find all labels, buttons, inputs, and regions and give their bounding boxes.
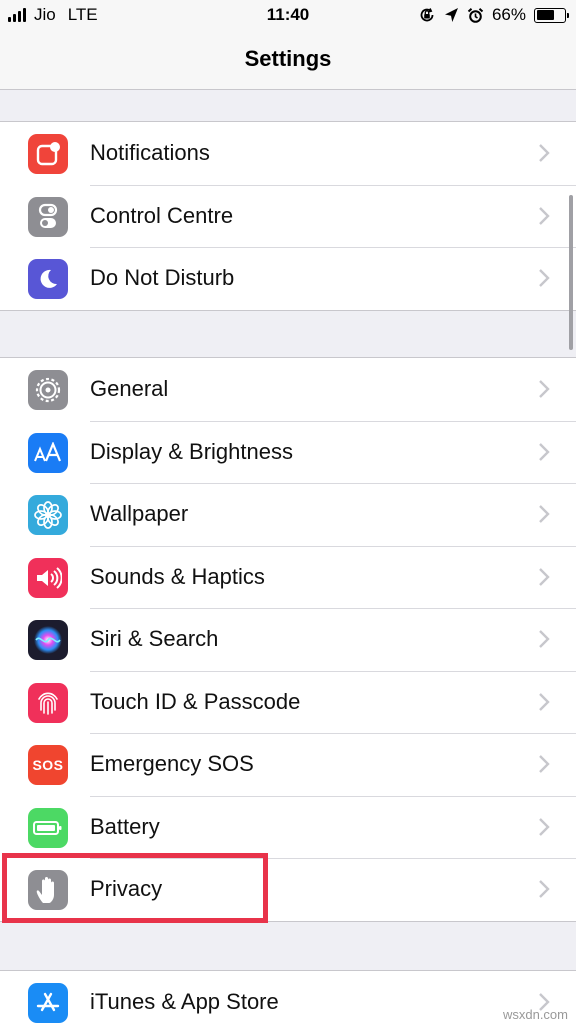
battery-status-icon: [534, 7, 569, 23]
scroll-indicator[interactable]: [569, 195, 573, 350]
battery-fill: [536, 10, 555, 20]
siri-icon: [28, 620, 68, 660]
settings-row-sounds-haptics[interactable]: Sounds & Haptics: [0, 545, 576, 609]
settings-row-emergency-sos[interactable]: SOS Emergency SOS: [0, 733, 576, 796]
alarm-icon: [467, 7, 484, 23]
settings-group-3: iTunes & App Store: [0, 970, 576, 1024]
moon-icon: [28, 259, 68, 299]
settings-row-label: Notifications: [90, 140, 210, 166]
gear-icon: [28, 370, 68, 410]
watermark: wsxdn.com: [502, 1007, 568, 1022]
settings-row-label: Sounds & Haptics: [90, 563, 265, 589]
battery-icon: [28, 807, 68, 848]
settings-row-display-brightness[interactable]: Display & Brightness: [0, 420, 576, 484]
orientation-lock-icon: [420, 8, 434, 22]
chevron-right-icon: [539, 755, 550, 773]
settings-group-2: General Display & Brightness Wallpaper S…: [0, 357, 576, 922]
settings-row-label: Battery: [90, 813, 160, 839]
location-arrow-icon: [444, 8, 458, 22]
chevron-right-icon: [539, 505, 550, 523]
chevron-right-icon: [539, 567, 550, 586]
settings-row-general[interactable]: General: [0, 358, 576, 421]
chevron-right-icon: [539, 442, 550, 461]
battery-percentage: 66%: [491, 5, 526, 24]
settings-row-label: Siri & Search: [90, 626, 219, 652]
settings-row-label: Emergency SOS: [90, 751, 254, 777]
chevron-right-icon: [539, 692, 550, 711]
settings-row-label: Display & Brightness: [90, 438, 293, 464]
display-aa-icon: [28, 432, 68, 473]
chevron-right-icon: [539, 144, 550, 162]
notifications-icon: [28, 134, 68, 174]
settings-row-label: Do Not Disturb: [90, 265, 235, 291]
control-centre-icon: [28, 196, 68, 237]
app-store-icon: [28, 983, 68, 1023]
settings-row-control-centre[interactable]: Control Centre: [0, 184, 576, 248]
wallpaper-flower-icon: [28, 495, 68, 535]
settings-row-battery[interactable]: Battery: [0, 795, 576, 859]
navigation-bar: Settings: [0, 32, 576, 90]
settings-row-label: iTunes & App Store: [90, 989, 279, 1015]
chevron-right-icon: [539, 269, 550, 287]
chevron-right-icon: [539, 630, 550, 648]
settings-group-1: Notifications Control Centre Do Not Dist…: [0, 121, 576, 311]
chevron-right-icon: [539, 380, 550, 398]
status-right: 66%: [418, 5, 569, 25]
chevron-right-icon: [539, 880, 550, 898]
settings-row-label: Touch ID & Passcode: [90, 688, 301, 714]
chevron-right-icon: [539, 817, 550, 836]
chevron-right-icon: [539, 206, 550, 225]
page-title: Settings: [244, 46, 332, 71]
settings-row-touch-id-passcode[interactable]: Touch ID & Passcode: [0, 670, 576, 734]
settings-row-itunes-app-store[interactable]: iTunes & App Store: [0, 971, 576, 1024]
sos-icon: SOS: [28, 745, 68, 785]
settings-row-siri-search[interactable]: Siri & Search: [0, 608, 576, 671]
settings-row-do-not-disturb[interactable]: Do Not Disturb: [0, 247, 576, 310]
fingerprint-icon: [28, 682, 68, 723]
speaker-icon: [28, 557, 68, 598]
settings-row-label: Wallpaper: [90, 501, 189, 527]
sos-icon-text: SOS: [32, 757, 64, 773]
status-bar: Jio LTE 11:40 66%: [0, 0, 576, 32]
settings-row-wallpaper[interactable]: Wallpaper: [0, 483, 576, 546]
settings-row-notifications[interactable]: Notifications: [0, 122, 576, 185]
privacy-highlight-box: [2, 853, 268, 923]
settings-row-label: Control Centre: [90, 202, 234, 228]
settings-row-label: General: [90, 376, 169, 402]
